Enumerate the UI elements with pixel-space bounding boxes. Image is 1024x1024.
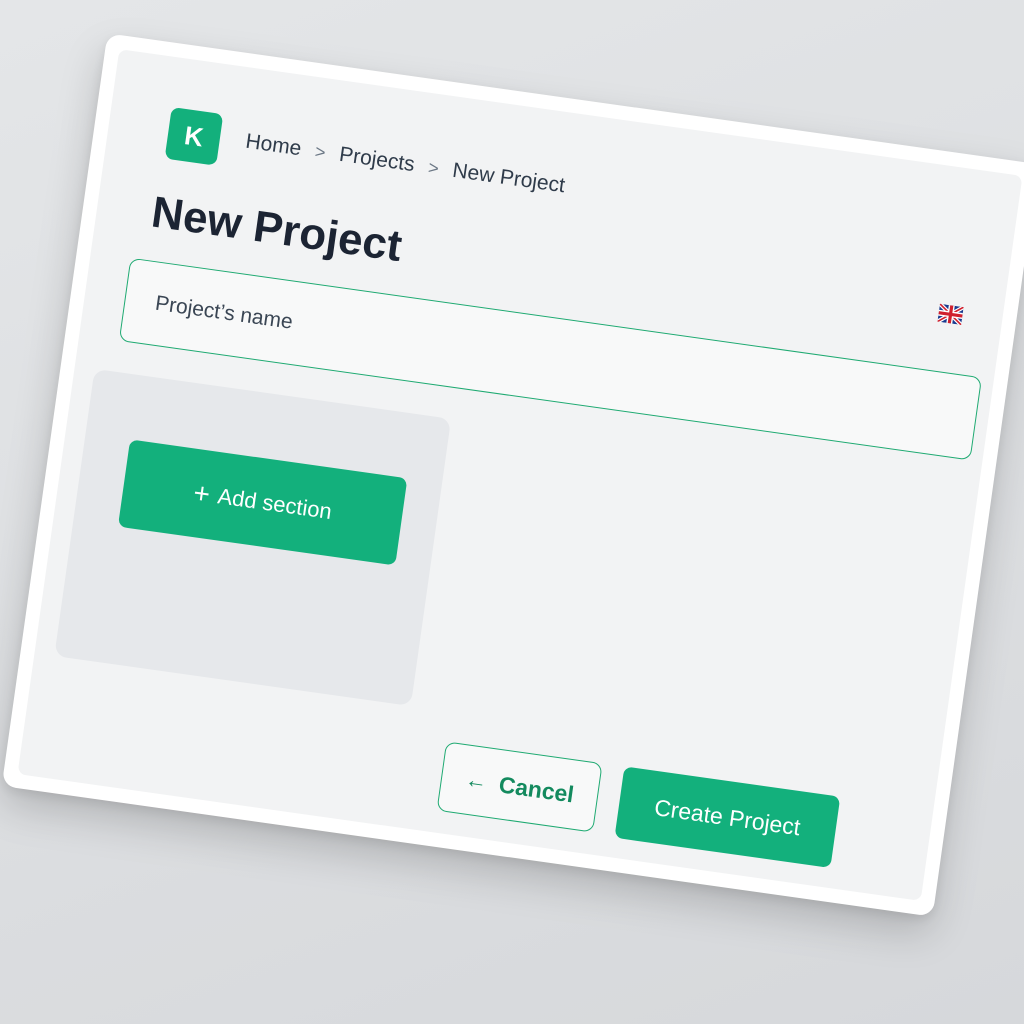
page-title: New Project	[148, 187, 405, 272]
arrow-left-icon: ←	[463, 766, 489, 795]
add-section-label: Add section	[216, 483, 334, 525]
breadcrumb-item-new-project: New Project	[451, 158, 567, 198]
cancel-label: Cancel	[497, 770, 576, 807]
breadcrumb: Home > Projects > New Project	[244, 130, 566, 199]
sections-panel: + Add section	[54, 368, 452, 707]
stage: K Home > Projects > New Project New Proj…	[0, 0, 1024, 1024]
form-container: K Home > Projects > New Project New Proj…	[17, 49, 1023, 901]
create-project-button[interactable]: Create Project	[614, 766, 841, 869]
form-actions: ← Cancel Create Project	[436, 741, 841, 869]
new-project-window: K Home > Projects > New Project New Proj…	[1, 33, 1024, 917]
logo-letter: K	[182, 119, 206, 152]
plus-icon: +	[191, 476, 213, 510]
chevron-right-icon: >	[427, 156, 441, 179]
chevron-right-icon: >	[313, 140, 327, 163]
breadcrumb-item-home[interactable]: Home	[244, 130, 303, 162]
app-logo[interactable]: K	[164, 106, 224, 166]
add-section-button[interactable]: + Add section	[117, 439, 408, 566]
breadcrumb-item-projects[interactable]: Projects	[338, 143, 416, 177]
uk-flag-icon[interactable]	[937, 303, 964, 325]
cancel-button[interactable]: ← Cancel	[436, 741, 603, 833]
